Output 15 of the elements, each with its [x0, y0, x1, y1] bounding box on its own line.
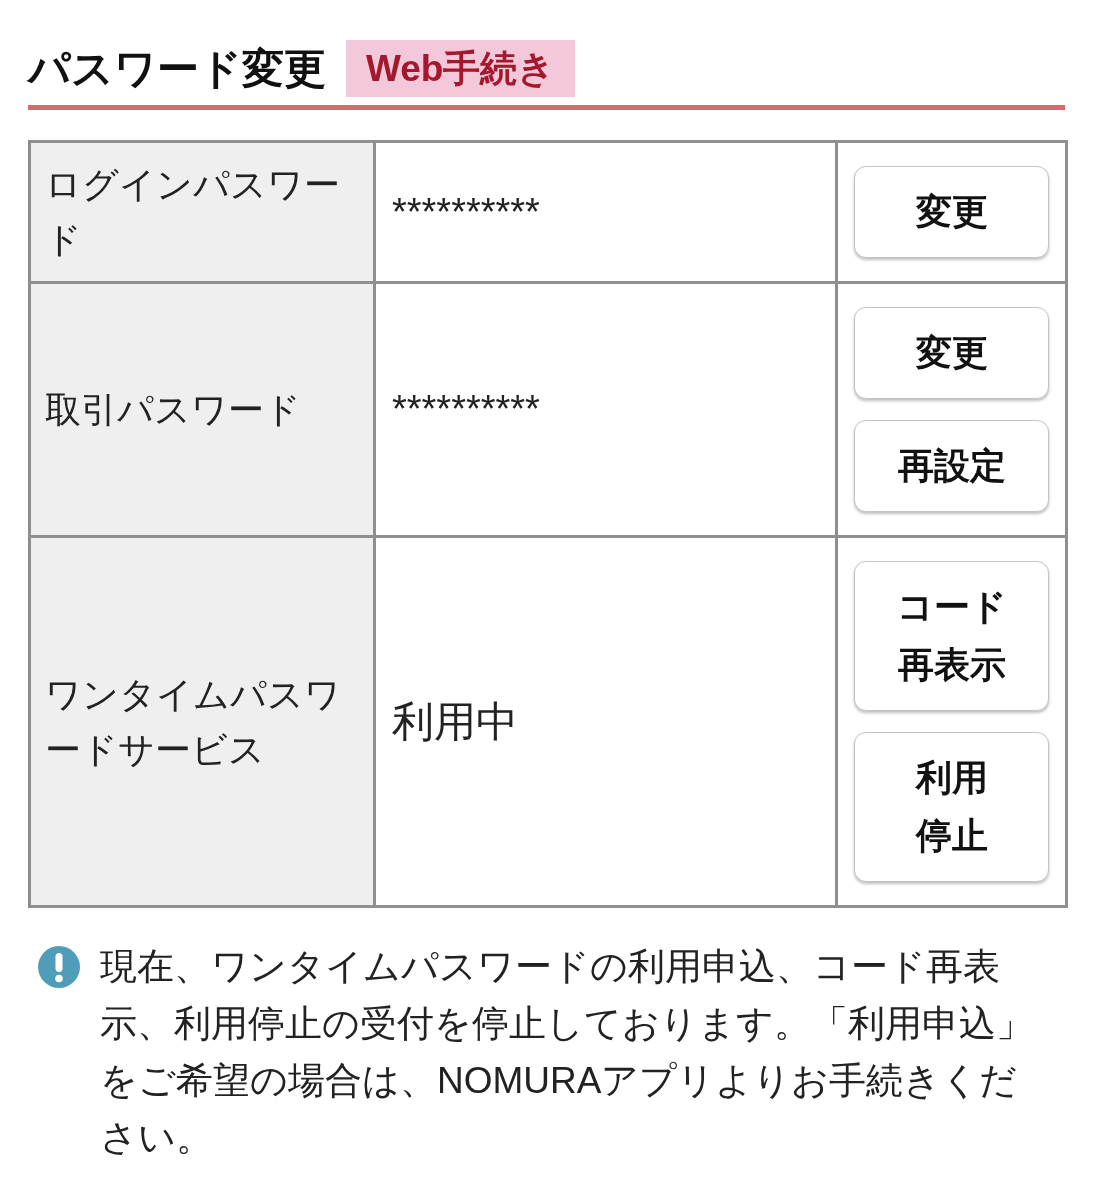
row-label: 取引パスワード — [45, 389, 301, 430]
password-mask: ********** — [392, 190, 540, 233]
status-text: 利用中 — [392, 698, 518, 745]
exclamation-icon — [38, 946, 80, 988]
action-button[interactable]: 変更 — [854, 166, 1049, 258]
notice-text: 現在、ワンタイムパスワードの利用申込、コード再表示、利用停止の受付を停止しております。「利用申込」をご希望の場合は、NOMURAアプリよりお手続きください。 — [100, 945, 1034, 1160]
action-button[interactable]: 再設定 — [854, 420, 1049, 512]
row-label: ワンタイムパスワードサービス — [45, 673, 341, 770]
web-procedure-tag: Web手続き — [346, 40, 576, 97]
action-button[interactable]: コード再表示 — [854, 561, 1049, 711]
row-label: ログインパスワード — [45, 164, 340, 260]
section-title: パスワード変更 — [28, 44, 326, 94]
action-button[interactable]: 利用停止 — [854, 732, 1049, 882]
action-button[interactable]: 変更 — [854, 307, 1049, 399]
password-mask: ********** — [392, 388, 540, 430]
